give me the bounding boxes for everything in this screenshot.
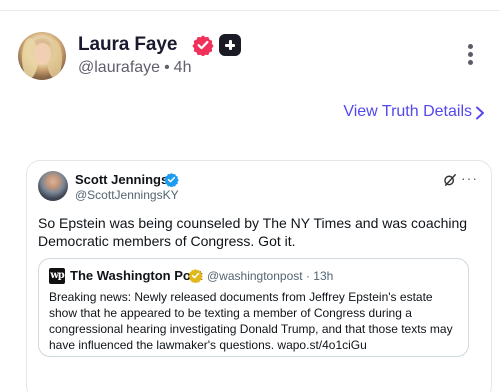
quote-author-name[interactable]: The Washington Post bbox=[70, 268, 202, 283]
separator-dot: · bbox=[305, 269, 310, 283]
display-name[interactable]: Laura Faye bbox=[78, 34, 177, 56]
quote-text: Breaking news: Newly released documents … bbox=[49, 290, 453, 352]
verified-check-icon bbox=[164, 172, 179, 187]
post-header: Laura Faye @laurafaye • 4h bbox=[18, 32, 482, 82]
chevron-right-icon[interactable] bbox=[474, 106, 486, 120]
more-vertical-icon[interactable] bbox=[466, 44, 474, 68]
embedded-tweet-card[interactable]: Scott Jennings @ScottJenningsKY ··· So E… bbox=[26, 160, 492, 392]
tweet-avatar[interactable] bbox=[38, 171, 68, 201]
separator-dot: • bbox=[164, 59, 170, 76]
quoted-tweet-card[interactable]: wp The Washington Post @washingtonpost ·… bbox=[38, 258, 469, 357]
quote-author-handle[interactable]: @washingtonpost bbox=[207, 269, 303, 283]
plus-badge-icon bbox=[219, 34, 241, 56]
user-handle[interactable]: @laurafaye bbox=[78, 59, 160, 76]
grok-icon[interactable] bbox=[443, 173, 457, 187]
top-divider bbox=[0, 10, 500, 11]
tweet-author-handle[interactable]: @ScottJenningsKY bbox=[75, 188, 179, 202]
gold-verified-icon bbox=[188, 268, 203, 283]
quote-meta: @washingtonpost · 13h bbox=[207, 269, 333, 283]
post-time[interactable]: 4h bbox=[174, 59, 192, 76]
tweet-more-icon[interactable]: ··· bbox=[461, 170, 478, 186]
washington-post-logo: wp bbox=[49, 268, 65, 284]
handle-time: @laurafaye • 4h bbox=[78, 59, 191, 77]
avatar[interactable] bbox=[18, 32, 66, 80]
view-truth-details-link[interactable]: View Truth Details bbox=[343, 103, 472, 121]
quote-time[interactable]: 13h bbox=[313, 269, 333, 283]
tweet-text: So Epstein was being counseled by The NY… bbox=[38, 215, 468, 249]
verified-check-icon bbox=[192, 35, 214, 56]
tweet-author-name[interactable]: Scott Jennings bbox=[75, 172, 168, 187]
